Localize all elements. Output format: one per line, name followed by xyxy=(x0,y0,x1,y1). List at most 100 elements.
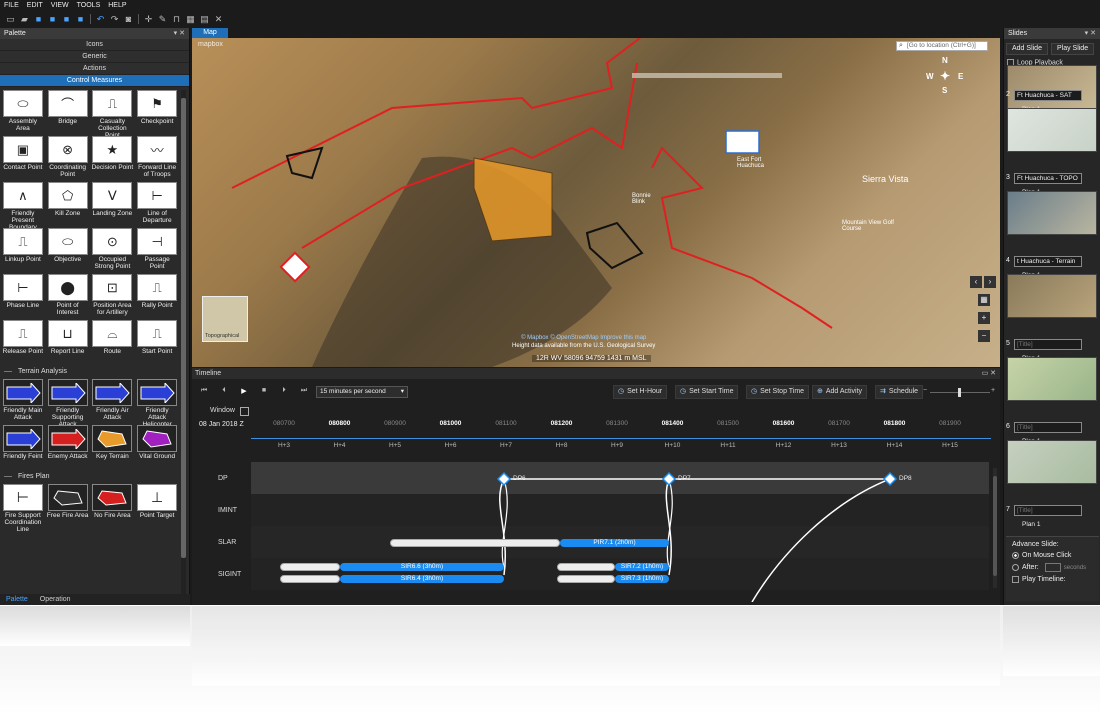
play-slides-button[interactable]: Play Slide xyxy=(1050,43,1095,55)
layers-button[interactable]: ▦ xyxy=(978,294,990,306)
sigint-lead-bar[interactable] xyxy=(557,563,615,571)
palette-item[interactable]: Friendly Air Attack xyxy=(92,379,134,423)
sir-bar[interactable]: SIR7.2 (1h0m) xyxy=(615,563,669,571)
palette-item[interactable]: ⊗ Coordinating Point xyxy=(47,136,89,180)
save-as-icon[interactable]: ■ xyxy=(48,14,57,24)
skip-end-icon[interactable]: ⏭ xyxy=(298,387,310,397)
palette-item[interactable]: Key Terrain xyxy=(92,425,134,469)
palette-item[interactable]: ⚑ Checkpoint xyxy=(136,90,178,134)
add-activity-button[interactable]: ⊕ Add Activity xyxy=(812,385,868,399)
slide-thumbnail[interactable] xyxy=(1007,65,1097,109)
palette-item[interactable]: ⌓ Route xyxy=(92,320,134,364)
menu-edit[interactable]: EDIT xyxy=(27,0,43,11)
camera-icon[interactable]: ◙ xyxy=(124,14,133,24)
undo-icon[interactable]: ↶ xyxy=(96,14,105,24)
timeline-zoom-slider[interactable] xyxy=(930,388,990,397)
slide-title-input[interactable]: [Title] xyxy=(1014,505,1082,516)
panel-controls-icon[interactable]: ▾ ✕ xyxy=(174,28,185,39)
menu-file[interactable]: FILE xyxy=(4,0,19,11)
dp-label[interactable]: DP7 xyxy=(678,475,691,482)
map-view[interactable]: mapbox ⌕ [Go to location (Ctrl+G)] N S W… xyxy=(192,38,1000,367)
attribution-links[interactable]: © Mapbox © OpenStreetMap Improve this ma… xyxy=(512,334,655,342)
skip-start-icon[interactable]: ⏮ xyxy=(198,387,210,397)
slider-knob[interactable] xyxy=(958,388,961,397)
palette-item[interactable]: ⊢ Fire Support Coordination Line xyxy=(2,484,44,533)
sigint-lead-bar[interactable] xyxy=(280,563,340,571)
zoom-out-button[interactable]: − xyxy=(978,330,990,342)
palette-item[interactable]: ⎍ Start Point xyxy=(136,320,178,364)
window-checkbox[interactable] xyxy=(240,407,249,416)
palette-item[interactable]: Free Fire Area xyxy=(47,484,89,528)
tab-operation[interactable]: Operation xyxy=(34,594,77,605)
open-folder-icon[interactable]: ▰ xyxy=(20,14,29,24)
scroll-thumb[interactable] xyxy=(993,476,997,576)
split-icon[interactable]: ⊓ xyxy=(172,14,181,24)
palette-item[interactable]: 〰 Forward Line of Troops xyxy=(136,136,178,180)
palette-item[interactable]: ⊡ Position Area for Artillery xyxy=(92,274,134,318)
panel-controls-icon[interactable]: ▾ ✕ xyxy=(1085,28,1096,39)
palette-item[interactable]: ∧Friendly Present Boundary xyxy=(2,182,44,231)
on-click-radio[interactable] xyxy=(1012,552,1019,559)
zoom-in-icon[interactable]: + xyxy=(991,387,995,394)
palette-item[interactable]: ▣ Contact Point xyxy=(2,136,44,180)
step-forward-icon[interactable]: ⏵ xyxy=(278,387,290,397)
basemap-switcher[interactable]: Topographical xyxy=(202,296,248,342)
palette-item[interactable]: ⎍Casualty Collection Point xyxy=(92,90,134,139)
palette-item[interactable]: ⊢ Phase Line xyxy=(2,274,44,318)
palette-item[interactable]: ⎍ Release Point xyxy=(2,320,44,364)
compass-rose[interactable]: N S W E ✦ xyxy=(926,56,966,96)
palette-item[interactable]: ⬭ Objective xyxy=(47,228,89,272)
category-generic[interactable]: Generic xyxy=(0,51,189,63)
slide-title-input[interactable]: [Title] xyxy=(1014,339,1082,350)
play-icon[interactable]: ▶ xyxy=(238,387,250,397)
playback-speed-select[interactable]: 15 minutes per second ▾ xyxy=(316,386,408,398)
schedule-button[interactable]: ⇉ Schedule xyxy=(875,385,924,399)
slar-lead-bar[interactable] xyxy=(390,539,560,547)
tab-palette[interactable]: Palette xyxy=(0,594,34,605)
next-view-button[interactable]: › xyxy=(984,276,996,288)
pir-bar[interactable]: PIR7.1 (2h0m) xyxy=(560,539,669,547)
layers-icon[interactable]: ▤ xyxy=(200,14,209,24)
palette-item[interactable]: ⊣ Passage Point xyxy=(136,228,178,272)
new-file-icon[interactable]: ▭ xyxy=(6,14,15,24)
palette-item[interactable]: Ⅴ Landing Zone xyxy=(92,182,134,226)
palette-item[interactable]: ⊔ Report Line xyxy=(47,320,89,364)
scroll-thumb[interactable] xyxy=(181,98,186,558)
menu-tools[interactable]: TOOLS xyxy=(77,0,101,11)
slide-title-input[interactable]: [Title] xyxy=(1014,422,1082,433)
save-icon[interactable]: ■ xyxy=(34,14,43,24)
sir-bar[interactable]: SIR6.4 (3h0m) xyxy=(340,575,504,583)
palette-item[interactable]: Vital Ground xyxy=(136,425,178,469)
edit-icon[interactable]: ✎ xyxy=(158,14,167,24)
category-control-measures[interactable]: Control Measures xyxy=(0,75,189,87)
location-search-input[interactable]: ⌕ [Go to location (Ctrl+G)] xyxy=(896,41,988,51)
step-back-icon[interactable]: ⏴ xyxy=(218,387,230,397)
palette-item[interactable]: ⊙ Occupied Strong Point xyxy=(92,228,134,272)
stop-icon[interactable]: ■ xyxy=(258,387,270,397)
move-icon[interactable]: ✛ xyxy=(144,14,153,24)
palette-item[interactable]: ⎍ Linkup Point xyxy=(2,228,44,272)
palette-item[interactable]: ⌒ Bridge xyxy=(47,90,89,134)
save-all-icon[interactable]: ■ xyxy=(62,14,71,24)
dp-label[interactable]: DP8 xyxy=(899,475,912,482)
dp-label[interactable]: DP6 xyxy=(513,475,526,482)
palette-item[interactable]: ⊥ Point Target xyxy=(136,484,178,528)
category-icons[interactable]: Icons xyxy=(0,39,189,51)
palette-scrollbar[interactable] xyxy=(181,90,186,605)
palette-item[interactable]: Enemy Attack xyxy=(47,425,89,469)
palette-item[interactable]: ⬠ Kill Zone xyxy=(47,182,89,226)
palette-item[interactable]: ⬤ Point of Interest xyxy=(47,274,89,318)
after-seconds-input[interactable] xyxy=(1044,563,1061,572)
slide-thumbnail[interactable] xyxy=(1007,357,1097,401)
palette-item[interactable]: ⊢ Line of Departure xyxy=(136,182,178,226)
slide-thumbnail[interactable] xyxy=(1007,108,1097,152)
menu-view[interactable]: VIEW xyxy=(51,0,69,11)
palette-item[interactable]: ⎍ Rally Point xyxy=(136,274,178,318)
sigint-lead-bar[interactable] xyxy=(557,575,615,583)
slide-title-input[interactable]: t Huachuca - Terrain xyxy=(1014,256,1082,267)
palette-item[interactable]: Friendly Supporting Attack xyxy=(47,379,89,428)
zoom-in-button[interactable]: + xyxy=(978,312,990,324)
slide-thumbnail[interactable] xyxy=(1007,274,1097,318)
palette-item[interactable]: ★ Decision Point xyxy=(92,136,134,180)
grid-icon[interactable]: ▦ xyxy=(186,14,195,24)
